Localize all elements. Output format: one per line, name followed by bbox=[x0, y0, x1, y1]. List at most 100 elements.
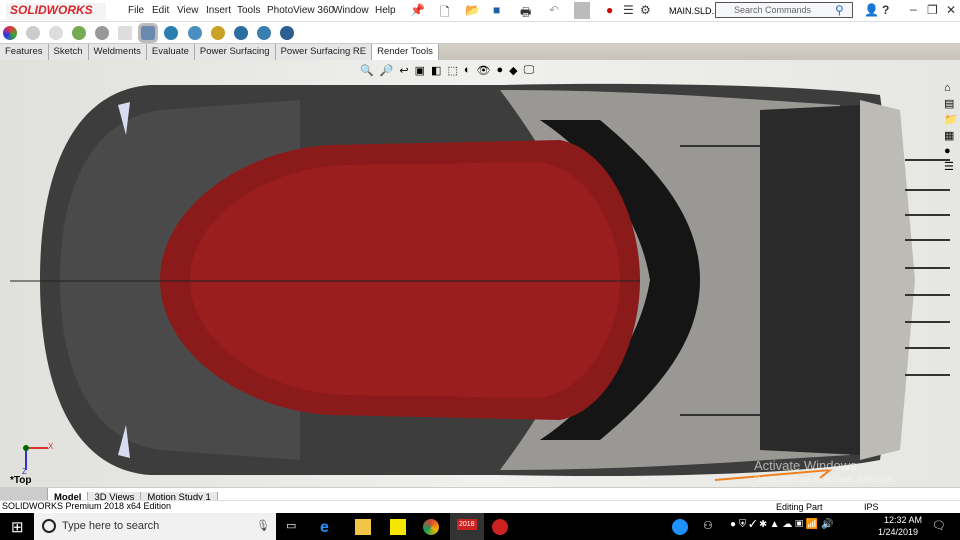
schedule-render-icon[interactable] bbox=[256, 26, 271, 40]
units-selector[interactable]: IPS bbox=[864, 502, 879, 512]
batch-render-icon[interactable] bbox=[210, 26, 225, 40]
file-explorer-icon[interactable]: 📁 bbox=[944, 113, 958, 126]
menu-help[interactable]: Help bbox=[375, 5, 396, 16]
apply-scene-icon[interactable]: ◆ bbox=[509, 64, 517, 78]
options-gear-icon[interactable]: ⚙ bbox=[640, 3, 651, 17]
search-commands-input[interactable]: Search Commands bbox=[715, 2, 853, 18]
select-icon[interactable] bbox=[574, 2, 590, 19]
heads-up-view-toolbar: 🔍 🔎 ↩ ▣ ◧ ⬚ ◐ 👁 ● ◆ 🖵 bbox=[360, 64, 600, 78]
solidworks-badge: 2018 bbox=[457, 519, 477, 530]
view-palette-icon[interactable]: ▦ bbox=[944, 129, 958, 142]
tab-features[interactable]: Features bbox=[0, 44, 49, 60]
display-style-icon[interactable]: ◐ bbox=[464, 64, 471, 78]
title-bar: SOLIDWORKS File Edit View Insert Tools P… bbox=[0, 0, 960, 22]
edit-scene-icon[interactable] bbox=[72, 26, 87, 40]
options-icon[interactable] bbox=[233, 26, 248, 40]
menu-window[interactable]: Window bbox=[333, 5, 369, 16]
home-icon[interactable]: ⌂ bbox=[944, 82, 958, 94]
integrated-preview-icon[interactable] bbox=[138, 23, 159, 43]
axis-x-label: X bbox=[48, 442, 54, 451]
edition-text: SOLIDWORKS Premium 2018 x64 Edition bbox=[2, 501, 172, 511]
graphics-area[interactable]: 🔍 🔎 ↩ ▣ ◧ ⬚ ◐ 👁 ● ◆ 🖵 ⌂ ▤ 📁 ▦ ● ☰ X Z *Top Activate Win… bbox=[0, 60, 960, 487]
clock-time[interactable]: 12:32 AM bbox=[884, 515, 922, 525]
tab-sketch[interactable]: Sketch bbox=[48, 44, 89, 60]
tab-render-tools[interactable]: Render Tools bbox=[372, 44, 439, 60]
restore-button[interactable]: ❐ bbox=[927, 3, 938, 17]
help-tray-icon[interactable] bbox=[672, 519, 688, 535]
minimize-button[interactable]: – bbox=[910, 2, 917, 16]
edge-icon[interactable]: e bbox=[320, 519, 336, 536]
command-manager-tabs: Features Sketch Weldments Evaluate Power Sur… bbox=[0, 44, 960, 60]
clock-date[interactable]: 1/24/2019 bbox=[878, 527, 918, 537]
start-button-icon[interactable]: ⊞ bbox=[11, 518, 24, 536]
tab-scroll-arrows[interactable] bbox=[0, 488, 48, 500]
menu-photoview[interactable]: PhotoView 360 bbox=[267, 5, 334, 16]
custom-properties-icon[interactable]: ☰ bbox=[944, 160, 958, 173]
menu-view[interactable]: View bbox=[177, 5, 199, 16]
final-render-icon[interactable] bbox=[164, 26, 179, 40]
open-icon[interactable]: 📂 bbox=[465, 3, 480, 17]
design-library-icon[interactable]: ▤ bbox=[944, 97, 958, 110]
chrome-icon[interactable] bbox=[423, 519, 439, 535]
activation-watermark-title: Activate Windows bbox=[754, 458, 857, 473]
copy-appearance-icon[interactable] bbox=[26, 26, 41, 40]
preview-window-icon[interactable] bbox=[118, 26, 133, 40]
new-document-icon[interactable]: 🗋 bbox=[440, 3, 450, 24]
model-tabs: Model 3D Views Motion Study 1 bbox=[0, 487, 960, 504]
tab-power-surfacing-re[interactable]: Power Surfacing RE bbox=[275, 44, 373, 60]
activation-watermark-subtitle: Go to Settings to activate Windows. bbox=[754, 474, 897, 484]
zoom-to-fit-icon[interactable]: 🔍 bbox=[360, 64, 374, 78]
edit-appearance-icon[interactable]: ● bbox=[496, 64, 503, 78]
solidworks-logo[interactable]: SOLIDWORKS bbox=[6, 3, 106, 20]
tab-weldments[interactable]: Weldments bbox=[88, 44, 147, 60]
previous-view-icon[interactable]: ↩ bbox=[399, 64, 408, 78]
sticky-notes-icon[interactable] bbox=[390, 519, 406, 535]
system-tray-icons[interactable]: ● ⛨ ✓ ✱ ▲ ☁ ▣ 📶 🔊 bbox=[730, 519, 850, 535]
windows-taskbar: ⊞ Type here to search 🎙 ▭ e 2018 ⚇ ● ⛨ ✓… bbox=[0, 513, 960, 540]
recall-render-icon[interactable] bbox=[279, 26, 294, 40]
user-icon[interactable]: 👤 bbox=[864, 3, 879, 17]
menu-file[interactable]: File bbox=[128, 5, 144, 16]
solidworks-taskbar-button[interactable]: 2018 bbox=[450, 513, 484, 540]
print-icon[interactable]: 🖶 bbox=[520, 3, 531, 24]
close-button[interactable]: ✕ bbox=[946, 3, 956, 17]
render-tools-toolbar bbox=[0, 22, 960, 44]
zoom-area-icon[interactable]: 🔎 bbox=[380, 64, 394, 78]
cortana-icon bbox=[42, 519, 56, 533]
menu-tools[interactable]: Tools bbox=[237, 5, 260, 16]
solidworks-visualize-icon[interactable] bbox=[492, 519, 508, 535]
car-model bbox=[10, 83, 950, 481]
task-pane-tabs: ⌂ ▤ 📁 ▦ ● ☰ bbox=[944, 82, 958, 173]
view-settings-icon[interactable]: 🖵 bbox=[524, 64, 535, 78]
edit-appearance-icon[interactable] bbox=[3, 26, 17, 40]
tab-power-surfacing[interactable]: Power Surfacing bbox=[194, 44, 276, 60]
dynamic-annotation-icon[interactable]: ◧ bbox=[431, 64, 441, 78]
hide-show-icon[interactable]: 👁 bbox=[477, 64, 491, 78]
action-center-icon[interactable]: 🗨 bbox=[932, 519, 948, 535]
menu-edit[interactable]: Edit bbox=[152, 5, 169, 16]
editing-status: Editing Part bbox=[776, 502, 823, 512]
section-view-icon[interactable]: ▣ bbox=[415, 64, 425, 78]
status-bar: SOLIDWORKS Premium 2018 x64 Edition Edit… bbox=[0, 500, 960, 513]
search-icon[interactable]: ⚲ bbox=[835, 3, 844, 17]
tab-evaluate[interactable]: Evaluate bbox=[146, 44, 195, 60]
view-orientation-icon[interactable]: ⬚ bbox=[447, 64, 457, 78]
document-name: MAIN.SLD... bbox=[669, 6, 720, 16]
people-icon[interactable]: ⚇ bbox=[703, 519, 719, 535]
file-explorer-icon[interactable] bbox=[355, 519, 371, 535]
file-properties-icon[interactable]: ☰ bbox=[623, 3, 634, 17]
appearances-icon[interactable]: ● bbox=[944, 145, 958, 157]
task-view-icon[interactable]: ▭ bbox=[286, 519, 302, 535]
help-icon[interactable]: ? bbox=[882, 3, 889, 17]
pin-icon[interactable]: 📌 bbox=[410, 3, 425, 17]
microphone-icon[interactable]: 🎙 bbox=[256, 519, 270, 532]
taskbar-search-box[interactable]: Type here to search bbox=[34, 513, 276, 540]
view-orientation-label: *Top bbox=[10, 475, 32, 486]
rebuild-icon[interactable]: ● bbox=[606, 3, 613, 17]
undo-icon[interactable]: ↶ bbox=[549, 3, 559, 17]
save-icon[interactable]: ■ bbox=[493, 3, 500, 17]
paste-appearance-icon[interactable] bbox=[49, 26, 64, 40]
edit-decal-icon[interactable] bbox=[95, 26, 110, 40]
render-region-icon[interactable] bbox=[187, 26, 202, 40]
menu-insert[interactable]: Insert bbox=[206, 5, 231, 16]
